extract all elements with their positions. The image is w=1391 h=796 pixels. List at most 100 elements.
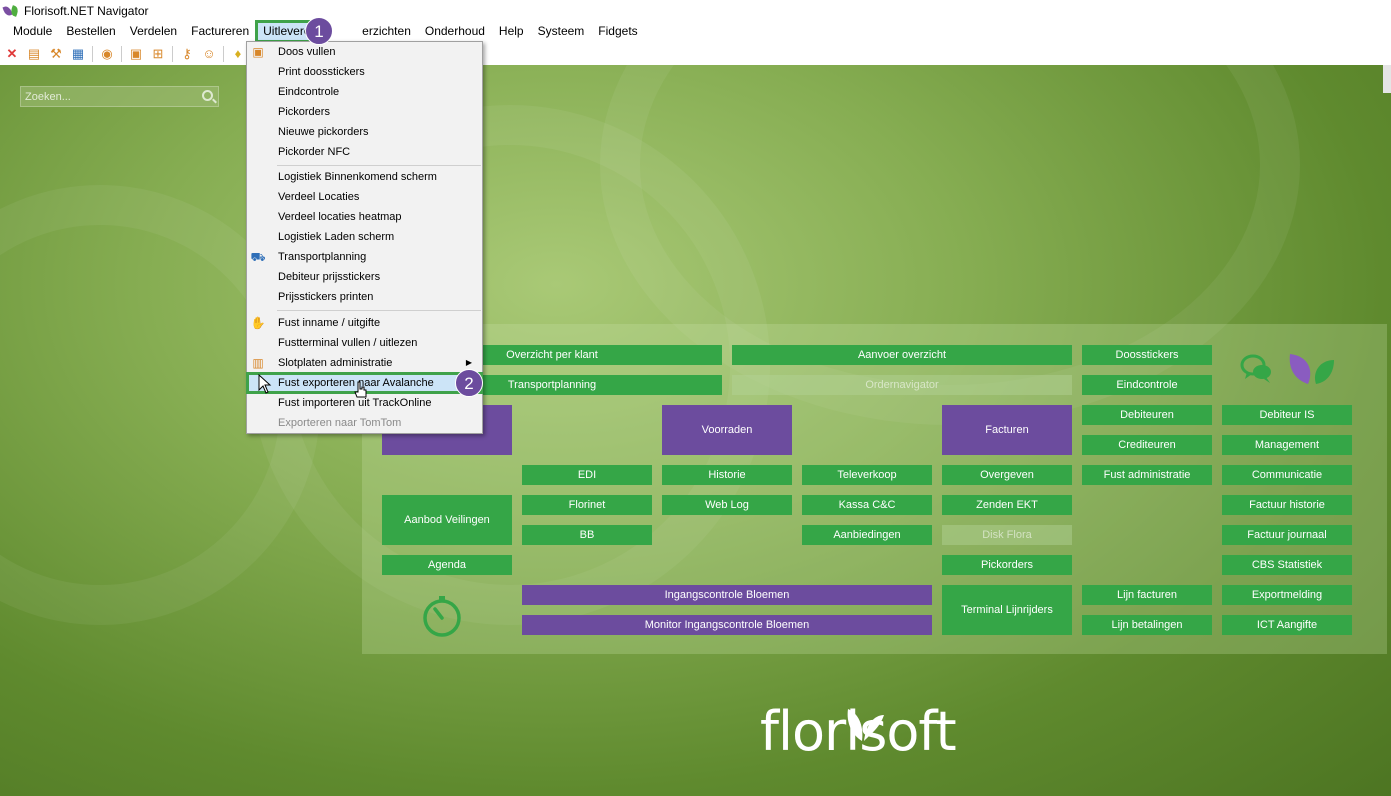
tile-fust-administratie[interactable]: Fust administratie (1082, 465, 1212, 485)
menu-item-doos-vullen[interactable]: ▣ Doos vullen (247, 42, 482, 62)
menu-item-prijsstickers-printen[interactable]: Prijsstickers printen (247, 287, 482, 307)
toolbar-separator (223, 45, 224, 62)
scrollbar[interactable] (1383, 65, 1391, 93)
hand-box-icon: ✋ (250, 316, 266, 330)
menu-item-exporteren-tomtom: Exporteren naar TomTom (247, 413, 482, 433)
box-icon: ▣ (252, 45, 264, 59)
menu-separator (277, 310, 481, 311)
menu-help[interactable]: Help (492, 21, 531, 42)
tile-televerkoop[interactable]: Televerkoop (802, 465, 932, 485)
menu-item-print-doosstickers[interactable]: Print doosstickers (247, 62, 482, 82)
tile-edi[interactable]: EDI (522, 465, 652, 485)
menu-item-fustterminal[interactable]: Fustterminal vullen / uitlezen (247, 333, 482, 353)
tile-monitor-ingangscontrole[interactable]: Monitor Ingangscontrole Bloemen (522, 615, 932, 635)
tile-crediteuren[interactable]: Crediteuren (1082, 435, 1212, 455)
florisoft-logo-icon (2, 4, 20, 17)
tile-eindcontrole[interactable]: Eindcontrole (1082, 375, 1212, 395)
hand-cursor-icon (354, 381, 367, 398)
menu-bestellen[interactable]: Bestellen (59, 21, 122, 42)
menu-overzichten[interactable]: erzichten (324, 21, 418, 42)
menu-bar: Module Bestellen Verdelen Factureren Uit… (0, 20, 1391, 43)
menu-module[interactable]: Module (6, 21, 59, 42)
uitleveren-dropdown: ▣ Doos vullen Print doosstickers Eindcon… (246, 41, 483, 434)
grid-icon[interactable]: ▦ (70, 46, 86, 62)
menu-verdelen[interactable]: Verdelen (123, 21, 184, 42)
tile-debiteuren[interactable]: Debiteuren (1082, 405, 1212, 425)
tile-bb[interactable]: BB (522, 525, 652, 545)
tile-factuur-historie[interactable]: Factuur historie (1222, 495, 1352, 515)
search-placeholder: Zoeken... (25, 90, 71, 103)
menu-item-eindcontrole[interactable]: Eindcontrole (247, 82, 482, 102)
menu-item-logistiek-laden[interactable]: Logistiek Laden scherm (247, 227, 482, 247)
leaf-icon[interactable] (1286, 352, 1338, 386)
tile-aanbod-veilingen[interactable]: Aanbod Veilingen (382, 495, 512, 545)
menu-factureren[interactable]: Factureren (184, 21, 256, 42)
menu-item-label: Prijsstickers printen (278, 291, 374, 303)
menu-item-label: Pickorder NFC (278, 146, 351, 158)
toolbar-separator (121, 45, 122, 62)
tile-florinet[interactable]: Florinet (522, 495, 652, 515)
menu-item-debiteur-prijsstickers[interactable]: Debiteur prijsstickers (247, 267, 482, 287)
menu-systeem[interactable]: Systeem (531, 21, 592, 42)
lightbulb-icon[interactable]: ♦ (230, 46, 246, 62)
tile-zenden-ekt[interactable]: Zenden EKT (942, 495, 1072, 515)
menu-item-label: Doos vullen (278, 46, 336, 58)
menu-item-logistiek-binnenkomend[interactable]: Logistiek Binnenkomend scherm (247, 167, 482, 187)
chat-icon[interactable] (1240, 352, 1274, 386)
tile-historie[interactable]: Historie (662, 465, 792, 485)
step-badge-1: 1 (305, 17, 333, 45)
coins-icon[interactable]: ◉ (99, 46, 115, 62)
menu-item-slotplaten[interactable]: ▥ Slotplaten administratie ▶ (247, 353, 482, 373)
gavel-icon[interactable]: ⚒ (48, 46, 64, 62)
tile-facturen[interactable]: Facturen (942, 405, 1072, 455)
tile-lijn-betalingen[interactable]: Lijn betalingen (1082, 615, 1212, 635)
menu-item-nieuwe-pickorders[interactable]: Nieuwe pickorders (247, 122, 482, 142)
tile-aanvoer-overzicht[interactable]: Aanvoer overzicht (732, 345, 1072, 365)
search-icon[interactable] (202, 90, 213, 101)
key-icon[interactable]: ⚷ (179, 46, 195, 62)
tile-aanbiedingen[interactable]: Aanbiedingen (802, 525, 932, 545)
menu-item-verdeel-locaties-heatmap[interactable]: Verdeel locaties heatmap (247, 207, 482, 227)
menu-onderhoud[interactable]: Onderhoud (418, 21, 492, 42)
tile-voorraden[interactable]: Voorraden (662, 405, 792, 455)
tile-pickorders[interactable]: Pickorders (942, 555, 1072, 575)
toolbar-separator (172, 45, 173, 62)
menu-item-transportplanning[interactable]: ⛟ Transportplanning (247, 247, 482, 267)
tile-overgeven[interactable]: Overgeven (942, 465, 1072, 485)
tile-ingangscontrole-bloemen[interactable]: Ingangscontrole Bloemen (522, 585, 932, 605)
menu-item-label: Exporteren naar TomTom (278, 417, 402, 429)
tree-icon[interactable]: ⊞ (150, 46, 166, 62)
tile-lijn-facturen[interactable]: Lijn facturen (1082, 585, 1212, 605)
search-input[interactable]: Zoeken... (20, 86, 219, 107)
menu-item-pickorder-nfc[interactable]: Pickorder NFC (247, 142, 482, 162)
menu-item-label: Fustterminal vullen / uitlezen (278, 337, 418, 349)
tile-kassa-cc[interactable]: Kassa C&C (802, 495, 932, 515)
menu-item-pickorders[interactable]: Pickorders (247, 102, 482, 122)
tile-cbs-statistiek[interactable]: CBS Statistiek (1222, 555, 1352, 575)
menu-item-label: Print doosstickers (278, 66, 365, 78)
tile-management[interactable]: Management (1222, 435, 1352, 455)
close-icon[interactable]: ✕ (4, 46, 20, 62)
menu-item-label: Slotplaten administratie (278, 357, 393, 369)
tile-agenda[interactable]: Agenda (382, 555, 512, 575)
box-icon[interactable]: ▣ (128, 46, 144, 62)
user-icon[interactable]: ☺ (201, 46, 217, 62)
menu-item-verdeel-locaties[interactable]: Verdeel Locaties (247, 187, 482, 207)
menu-item-label: Eindcontrole (278, 86, 340, 98)
tile-exportmelding[interactable]: Exportmelding (1222, 585, 1352, 605)
tile-factuur-journaal[interactable]: Factuur journaal (1222, 525, 1352, 545)
step-badge-2: 2 (455, 369, 483, 397)
tile-doosstickers[interactable]: Doosstickers (1082, 345, 1212, 365)
tile-communicatie[interactable]: Communicatie (1222, 465, 1352, 485)
menu-item-fust-inname[interactable]: ✋ Fust inname / uitgifte (247, 313, 482, 333)
window-title: Florisoft.NET Navigator (24, 3, 149, 18)
tile-web-log[interactable]: Web Log (662, 495, 792, 515)
tile-debiteur-is[interactable]: Debiteur IS (1222, 405, 1352, 425)
menu-item-label: Nieuwe pickorders (278, 126, 369, 138)
menu-item-label: Debiteur prijsstickers (278, 271, 381, 283)
timer-icon[interactable] (420, 594, 464, 638)
tile-terminal-lijnrijders[interactable]: Terminal Lijnrijders (942, 585, 1072, 635)
document-icon[interactable]: ▤ (26, 46, 42, 62)
tile-ict-aangifte[interactable]: ICT Aangifte (1222, 615, 1352, 635)
menu-fidgets[interactable]: Fidgets (591, 21, 644, 42)
